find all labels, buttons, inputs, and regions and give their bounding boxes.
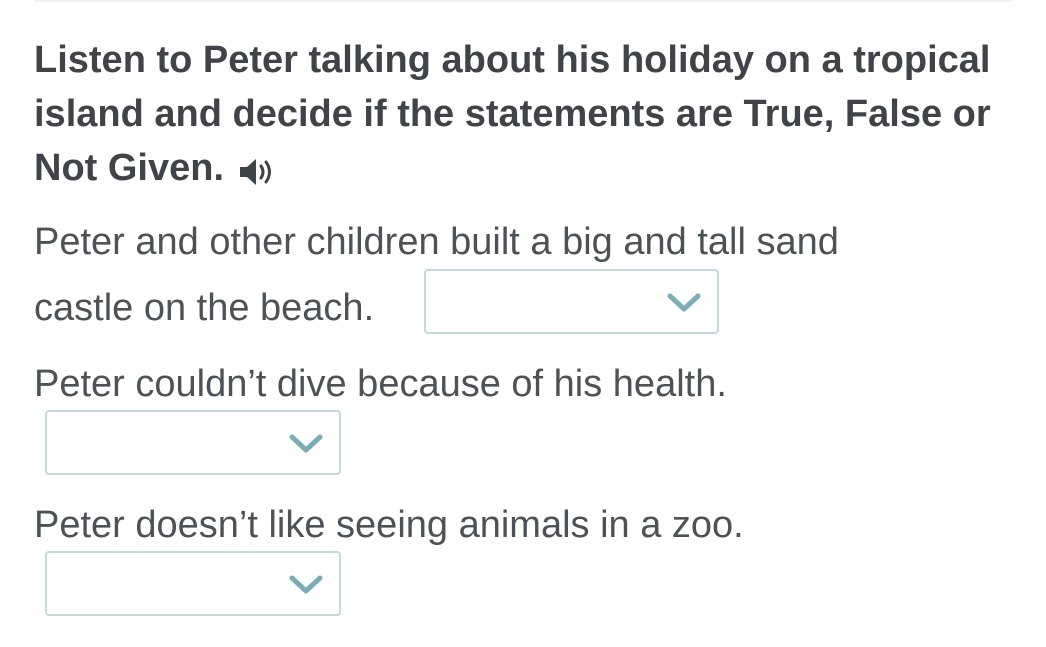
instruction-text: Listen to Peter talking about his holida… <box>34 39 991 189</box>
question-1-answer-dropdown[interactable] <box>424 269 719 334</box>
question-1-text-line-2: castle on the beach. <box>34 287 375 329</box>
question-2-text: Peter couldn’t dive because of his healt… <box>34 363 727 405</box>
question-1-line-1: Peter and other children built a big and… <box>34 221 839 263</box>
chevron-down-icon <box>289 575 323 594</box>
speaker-icon[interactable] <box>238 150 278 185</box>
question-3-text: Peter doesn’t like seeing animals in a z… <box>34 504 744 546</box>
chevron-down-icon <box>667 293 701 312</box>
exercise-instruction: Listen to Peter talking about his holida… <box>34 33 994 195</box>
question-2-answer-dropdown[interactable] <box>45 410 341 475</box>
question-3-answer-dropdown[interactable] <box>45 551 341 616</box>
chevron-down-icon <box>289 434 323 453</box>
top-divider <box>34 0 1012 2</box>
